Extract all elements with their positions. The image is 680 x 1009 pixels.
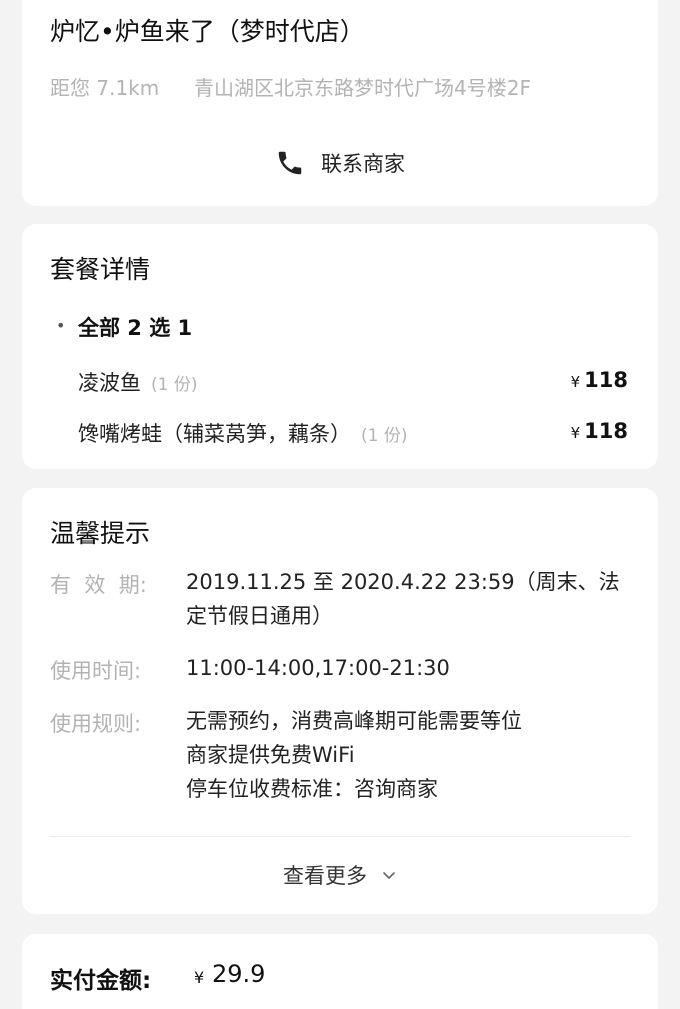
package-item-price: ¥118 (571, 419, 628, 443)
phone-icon (275, 148, 305, 178)
package-item-price: ¥118 (571, 368, 628, 392)
view-more-button[interactable]: 查看更多 (22, 860, 658, 890)
currency-symbol: ¥ (570, 373, 581, 391)
tips-title: 温馨提示 (50, 519, 151, 548)
usage-rule-line: 停车位收费标准：咨询商家 (186, 777, 438, 801)
store-name: 炉忆•炉鱼来了（梦时代店） (50, 17, 365, 46)
currency-symbol: ¥ (570, 424, 581, 442)
store-distance: 距您 7.1km (50, 76, 160, 100)
chevron-down-icon (381, 867, 397, 883)
usage-rule-line: 商家提供免费WiFi (186, 743, 355, 767)
validity-label: 有 效 期: (50, 573, 147, 597)
payment-label: 实付金额: (50, 968, 152, 994)
payment-card: 实付金额: ¥ 29.9 (22, 934, 658, 1009)
contact-merchant-label: 联系商家 (321, 152, 405, 176)
package-item: 凌波鱼 (1 份) (78, 367, 197, 397)
usage-rules-label: 使用规则: (50, 712, 142, 736)
package-item-name: 凌波鱼 (78, 371, 141, 395)
price-value: 118 (584, 419, 628, 443)
group-bullet: • (56, 316, 66, 335)
payment-amount: 29.9 (212, 960, 266, 988)
contact-merchant-button[interactable]: 联系商家 (22, 148, 658, 178)
package-item-name: 馋嘴烤蛙（辅菜莴笋，藕条） (78, 422, 351, 446)
payment-currency: ¥ (194, 968, 205, 987)
usage-rules-value: 无需预约，消费高峰期可能需要等位 商家提供免费WiFi 停车位收费标准：咨询商家 (186, 704, 626, 806)
tips-divider (50, 836, 630, 837)
usage-time-value: 11:00-14:00,17:00-21:30 (186, 656, 450, 680)
store-address: 青山湖区北京东路梦时代广场4号楼2F (194, 76, 531, 100)
package-group-label: 全部 2 选 1 (78, 316, 193, 340)
view-more-label: 查看更多 (283, 864, 367, 888)
package-title: 套餐详情 (50, 255, 151, 284)
tips-card: 温馨提示 有 效 期: 2019.11.25 至 2020.4.22 23:59… (22, 488, 658, 914)
package-card: 套餐详情 • 全部 2 选 1 凌波鱼 (1 份) ¥118 馋嘴烤蛙（辅菜莴笋，… (22, 224, 658, 469)
usage-time-label: 使用时间: (50, 659, 142, 683)
validity-value: 2019.11.25 至 2020.4.22 23:59（周末、法定节假日通用） (186, 570, 620, 628)
package-item-qty: (1 份) (361, 426, 408, 446)
store-card: 炉忆•炉鱼来了（梦时代店） 距您 7.1km 青山湖区北京东路梦时代广场4号楼2… (22, 0, 658, 206)
package-item: 馋嘴烤蛙（辅菜莴笋，藕条） (1 份) (78, 418, 407, 448)
package-item-qty: (1 份) (151, 375, 198, 395)
usage-rule-line: 无需预约，消费高峰期可能需要等位 (186, 709, 522, 733)
price-value: 118 (584, 368, 628, 392)
